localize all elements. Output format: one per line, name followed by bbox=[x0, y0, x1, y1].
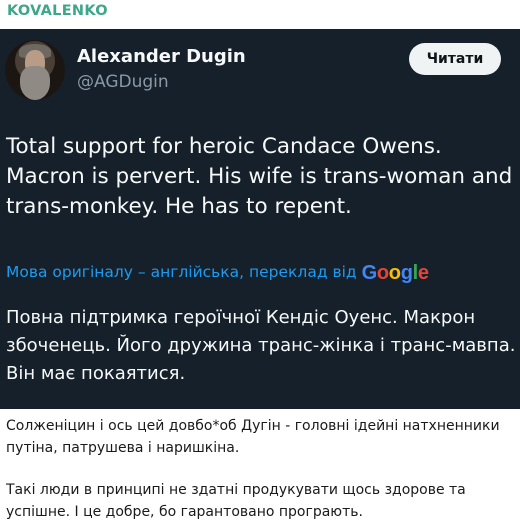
post-paragraph: Такі люди в принципі не здатні продукува… bbox=[6, 482, 466, 520]
translated-tweet-text: Повна підтримка героїчної Кендіс Оуенс. … bbox=[6, 307, 516, 384]
google-logo: Google bbox=[361, 262, 429, 284]
translation-notice-label: Мова оригіналу – англійська, переклад ві… bbox=[6, 263, 357, 281]
post-paragraph: Солженіцин і ось цей довбо*об Дугін - го… bbox=[6, 418, 500, 456]
author-handle[interactable]: @AGDugin bbox=[77, 72, 169, 92]
author-name[interactable]: Alexander Dugin bbox=[77, 46, 246, 67]
translation-notice[interactable]: Мова оригіналу – англійська, переклад ві… bbox=[6, 262, 429, 285]
read-button[interactable]: Читати bbox=[409, 43, 501, 75]
channel-name[interactable]: KOVALENKO bbox=[7, 3, 108, 19]
avatar[interactable] bbox=[5, 40, 65, 100]
tweet-text: Total support for heroic Candace Owens. … bbox=[6, 134, 513, 219]
post-text: Солженіцин і ось цей довбо*об Дугін - го… bbox=[6, 415, 514, 523]
tweet-card[interactable]: Alexander Dugin @AGDugin Читати Total su… bbox=[0, 29, 520, 409]
